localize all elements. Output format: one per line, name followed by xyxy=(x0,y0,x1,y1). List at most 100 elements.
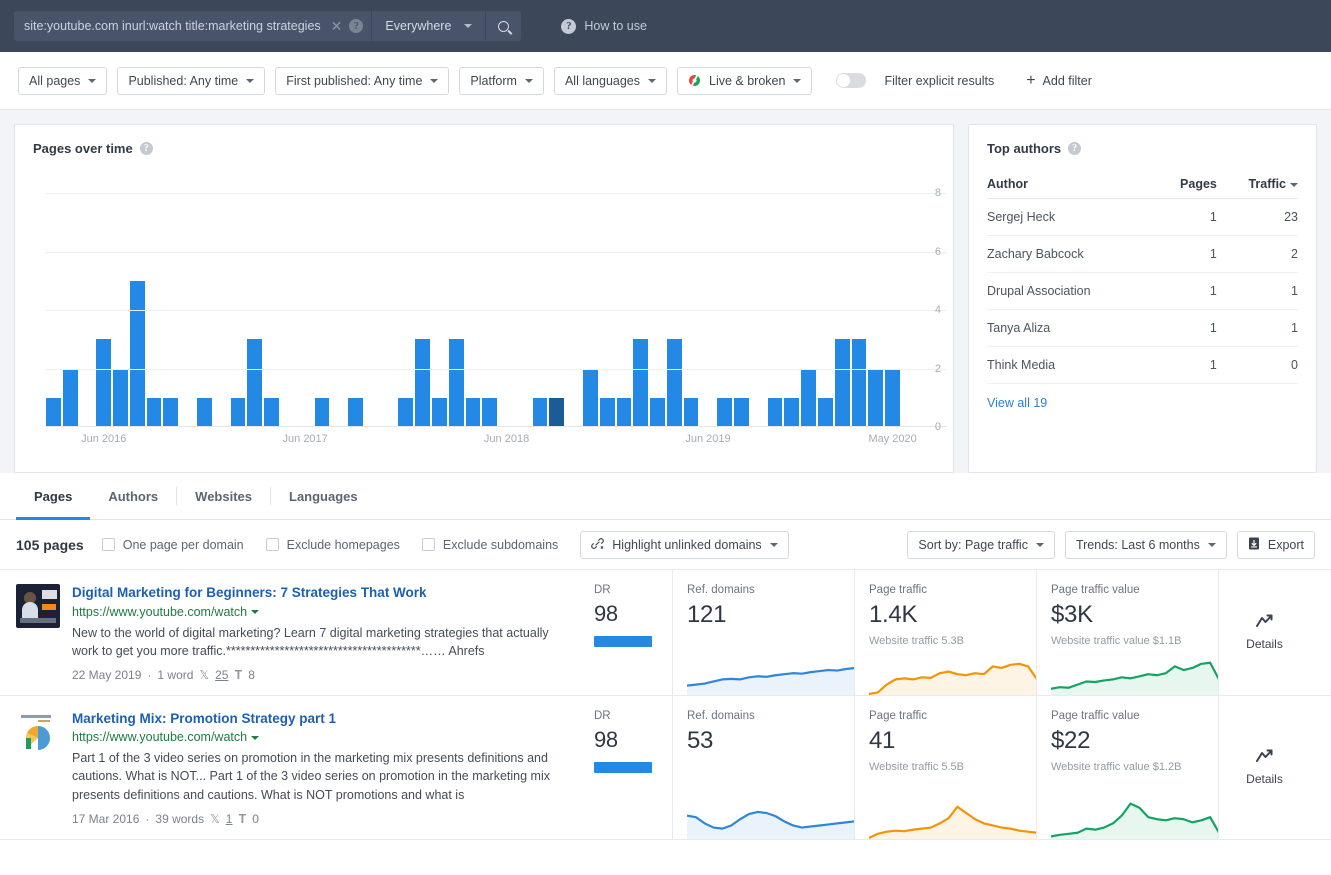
sort-by-dropdown[interactable]: Sort by: Page traffic xyxy=(907,530,1055,559)
scope-dropdown[interactable]: Everywhere xyxy=(371,11,486,41)
author-name[interactable]: Drupal Association xyxy=(987,272,1157,310)
result-url[interactable]: https://www.youtube.com/watch xyxy=(72,605,566,619)
result-title[interactable]: Marketing Mix: Promotion Strategy part 1 xyxy=(72,710,566,728)
how-to-use-label: How to use xyxy=(584,19,647,33)
twitter-count[interactable]: 1 xyxy=(226,812,233,826)
tab-websites[interactable]: Websites xyxy=(177,473,270,519)
chart-bar[interactable] xyxy=(767,397,783,427)
search-input[interactable]: site:youtube.com inurl:watch title:marke… xyxy=(14,11,372,41)
how-to-use-link[interactable]: ? How to use xyxy=(561,18,647,34)
chart-bar[interactable] xyxy=(734,397,749,427)
table-row[interactable]: Tanya Aliza 1 1 xyxy=(987,309,1298,347)
chart-bar[interactable] xyxy=(197,397,212,427)
info-icon[interactable]: ? xyxy=(139,142,153,155)
filter-published[interactable]: Published: Any time xyxy=(117,66,266,95)
chart-bar[interactable] xyxy=(784,397,800,427)
trends-dropdown[interactable]: Trends: Last 6 months xyxy=(1064,530,1227,559)
info-icon[interactable]: ? xyxy=(1068,142,1082,155)
result-thumbnail[interactable] xyxy=(16,709,60,754)
chart-bar[interactable] xyxy=(431,397,447,427)
table-row[interactable]: Think Media 1 0 xyxy=(987,346,1298,384)
tab-languages[interactable]: Languages xyxy=(271,473,376,519)
filter-live-broken[interactable]: Live & broken xyxy=(677,66,813,95)
view-all-authors-link[interactable]: View all 19 xyxy=(987,384,1298,422)
chart-bar[interactable] xyxy=(851,339,867,427)
details-button[interactable]: Details xyxy=(1218,570,1310,695)
tab-authors[interactable]: Authors xyxy=(90,473,176,519)
chart-bar[interactable] xyxy=(583,368,598,427)
chart-bar[interactable] xyxy=(348,397,363,427)
chart-bar[interactable] xyxy=(314,397,330,427)
author-traffic: 2 xyxy=(1216,235,1298,273)
author-pages[interactable]: 1 xyxy=(1156,235,1217,273)
filter-platform[interactable]: Platform xyxy=(459,66,544,95)
details-button[interactable]: Details xyxy=(1218,695,1310,839)
metric-ref-domains-label: Ref. domains xyxy=(687,709,755,722)
chart-bar[interactable] xyxy=(650,397,665,427)
author-pages[interactable]: 1 xyxy=(1156,346,1217,384)
chart-bar[interactable] xyxy=(885,368,900,427)
table-row[interactable]: Drupal Association 1 1 xyxy=(987,272,1298,310)
chart-bar[interactable] xyxy=(96,339,112,427)
filter-first-published[interactable]: First published: Any time xyxy=(275,66,450,95)
explicit-results-toggle[interactable] xyxy=(836,73,867,88)
add-filter-button[interactable]: + Add filter xyxy=(1026,72,1092,89)
author-pages[interactable]: 1 xyxy=(1156,309,1217,347)
checkbox-exclude-subdomains[interactable]: Exclude subdomains xyxy=(421,538,558,552)
result-description: Part 1 of the 3 video series on promotio… xyxy=(72,751,550,802)
chart-bar[interactable] xyxy=(230,397,246,427)
result-url[interactable]: https://www.youtube.com/watch xyxy=(72,730,566,744)
chart-bar[interactable] xyxy=(398,397,414,427)
chart-bar[interactable] xyxy=(666,339,682,427)
result-title[interactable]: Digital Marketing for Beginners: 7 Strat… xyxy=(72,584,566,602)
chart-bar[interactable] xyxy=(616,397,632,427)
author-name[interactable]: Zachary Babcock xyxy=(987,235,1157,273)
author-name[interactable]: Think Media xyxy=(987,346,1157,384)
author-name[interactable]: Sergej Heck xyxy=(987,198,1157,236)
twitter-count[interactable]: 25 xyxy=(215,668,228,682)
chart-bar[interactable] xyxy=(817,397,833,427)
chart-bar[interactable] xyxy=(264,397,279,427)
author-pages[interactable]: 1 xyxy=(1156,272,1217,310)
chart-bar[interactable] xyxy=(247,339,263,427)
chart-bar[interactable] xyxy=(415,339,430,427)
chart-bar[interactable] xyxy=(599,397,615,427)
chart-bar[interactable] xyxy=(549,397,565,427)
chart-bar[interactable] xyxy=(448,339,464,427)
filter-languages[interactable]: All languages xyxy=(553,66,668,95)
chart-bar[interactable] xyxy=(717,397,733,427)
checkbox-one-page-per-domain[interactable]: One page per domain xyxy=(101,538,244,552)
chart-bar[interactable] xyxy=(801,368,816,427)
result-thumbnail[interactable] xyxy=(16,584,60,628)
checkbox-exclude-homepages[interactable]: Exclude homepages xyxy=(265,538,400,552)
chart-bar[interactable] xyxy=(129,280,145,427)
chart-bar[interactable] xyxy=(146,397,162,427)
highlight-unlinked-domains-dropdown[interactable]: Highlight unlinked domains xyxy=(580,530,789,559)
column-header-traffic[interactable]: Traffic xyxy=(1216,170,1298,199)
chart-bar[interactable] xyxy=(62,368,78,427)
column-header-author[interactable]: Author xyxy=(987,170,1157,199)
chart-bar[interactable] xyxy=(113,368,128,427)
chevron-down-icon[interactable] xyxy=(251,736,260,741)
chart-bar[interactable] xyxy=(465,397,481,427)
table-row[interactable]: Zachary Babcock 1 2 xyxy=(987,235,1298,273)
chart-bar[interactable] xyxy=(834,339,850,427)
chart-bar[interactable] xyxy=(46,397,61,427)
export-button[interactable]: Export xyxy=(1236,530,1315,559)
table-row[interactable]: Sergej Heck 1 23 xyxy=(987,198,1298,236)
chart-bar[interactable] xyxy=(683,397,699,427)
chart-bar[interactable] xyxy=(532,397,548,427)
author-name[interactable]: Tanya Aliza xyxy=(987,309,1157,347)
search-button[interactable] xyxy=(485,11,522,41)
filter-all-pages[interactable]: All pages xyxy=(18,66,108,95)
author-pages[interactable]: 1 xyxy=(1156,198,1217,236)
clear-icon[interactable]: ✕ xyxy=(331,19,343,33)
help-icon[interactable]: ? xyxy=(349,19,364,33)
chart-bar[interactable] xyxy=(163,397,179,427)
chart-bar[interactable] xyxy=(633,339,649,427)
chevron-down-icon[interactable] xyxy=(251,610,260,615)
chart-bar[interactable] xyxy=(482,397,498,427)
chart-bar[interactable] xyxy=(868,368,884,427)
column-header-pages[interactable]: Pages xyxy=(1156,170,1217,199)
tab-pages[interactable]: Pages xyxy=(16,473,91,520)
